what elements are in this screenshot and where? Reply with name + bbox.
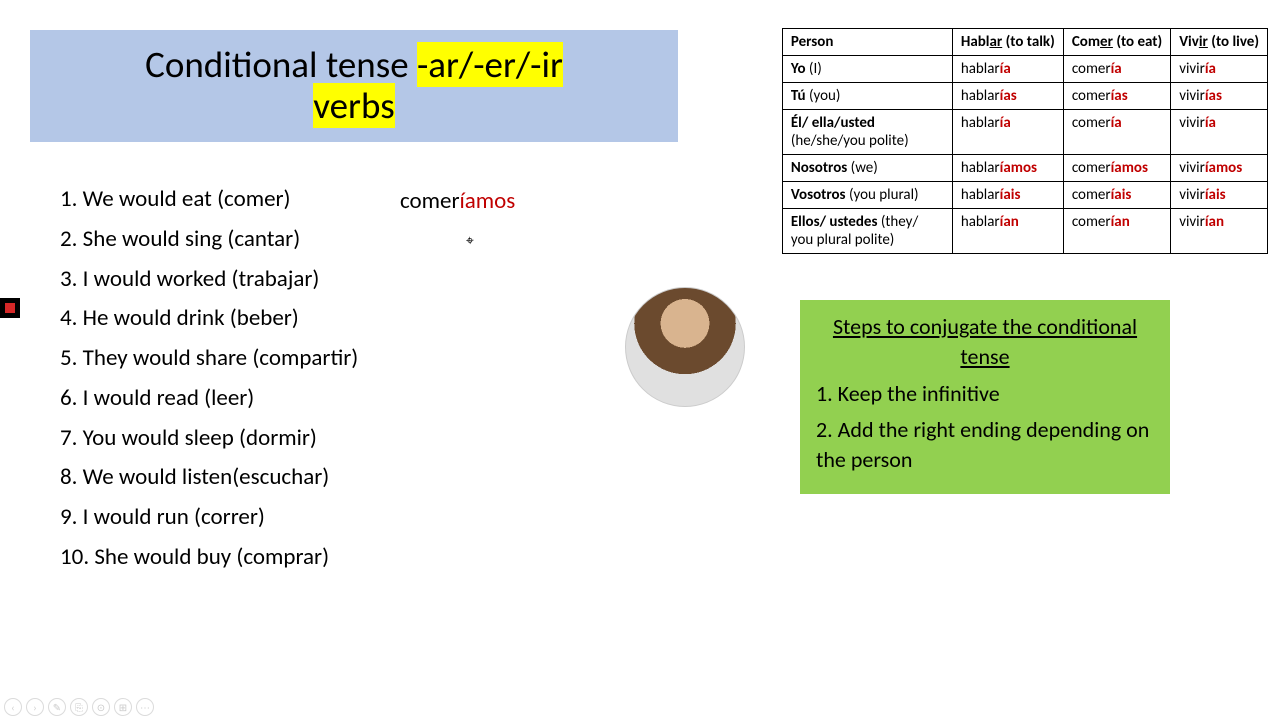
presenter-toolbar: ‹ › ✎ ⎘ ⊙ ⊞ ⋯ (4, 698, 154, 716)
title-highlight-1: -ar/-er/-ir (417, 42, 563, 87)
answer-ending: íamos (460, 187, 516, 215)
col-hablar: Hablar (to talk) (952, 29, 1063, 56)
table-row: Tú (you)hablaríascomeríasvivirías (782, 83, 1267, 110)
table-row: Nosotros (we)hablaríamoscomeríamosvivirí… (782, 155, 1267, 182)
conjugation-table: Person Hablar (to talk) Comer (to eat) V… (782, 28, 1268, 254)
grid-button[interactable]: ⊞ (114, 698, 132, 716)
list-item: 6. I would read (leer) (60, 379, 358, 419)
table-row: Él/ ella/usted (he/she/you polite)hablar… (782, 110, 1267, 155)
title-highlight-2: verbs (313, 83, 394, 128)
list-item: 8. We would listen(escuchar) (60, 458, 358, 498)
pen-button[interactable]: ✎ (48, 698, 66, 716)
title-pre: Conditional tense (145, 42, 417, 87)
answer-stem: comer (400, 187, 460, 215)
recording-indicator (0, 298, 20, 318)
list-item: 10. She would buy (comprar) (60, 538, 358, 578)
list-item: 9. I would run (correr) (60, 498, 358, 538)
presenter-avatar (625, 287, 745, 407)
exercise-list: 1. We would eat (comer) 2. She would sin… (60, 180, 358, 578)
answer-example: comeríamos (400, 187, 515, 215)
slides-button[interactable]: ⎘ (70, 698, 88, 716)
col-vivir: Vivir (to live) (1171, 29, 1268, 56)
record-icon (5, 303, 15, 313)
table-row: Ellos/ ustedes (they/ you plural polite)… (782, 209, 1267, 254)
prev-slide-button[interactable]: ‹ (4, 698, 22, 716)
next-slide-button[interactable]: › (26, 698, 44, 716)
list-item: 7. You would sleep (dormir) (60, 419, 358, 459)
col-person: Person (782, 29, 952, 56)
list-item: 2. She would sing (cantar) (60, 220, 358, 260)
slide-title: Conditional tense -ar/-er/-ir verbs (30, 30, 678, 142)
step-2: 2. Add the right ending depending on the… (816, 415, 1154, 474)
table-row: Yo (I)hablaríacomeríaviviría (782, 56, 1267, 83)
table-row: Vosotros (you plural)hablaríaiscomeríais… (782, 182, 1267, 209)
step-1: 1. Keep the infinitive (816, 379, 1154, 409)
cursor-icon: ⌖ (465, 232, 474, 250)
steps-title: Steps to conjugate the conditional tense (816, 312, 1154, 371)
steps-box: Steps to conjugate the conditional tense… (800, 300, 1170, 494)
zoom-button[interactable]: ⊙ (92, 698, 110, 716)
list-item: 3. I would worked (trabajar) (60, 260, 358, 300)
col-comer: Comer (to eat) (1063, 29, 1170, 56)
list-item: 5. They would share (compartir) (60, 339, 358, 379)
more-button[interactable]: ⋯ (136, 698, 154, 716)
list-item: 4. He would drink (beber) (60, 299, 358, 339)
list-item: 1. We would eat (comer) (60, 180, 358, 220)
